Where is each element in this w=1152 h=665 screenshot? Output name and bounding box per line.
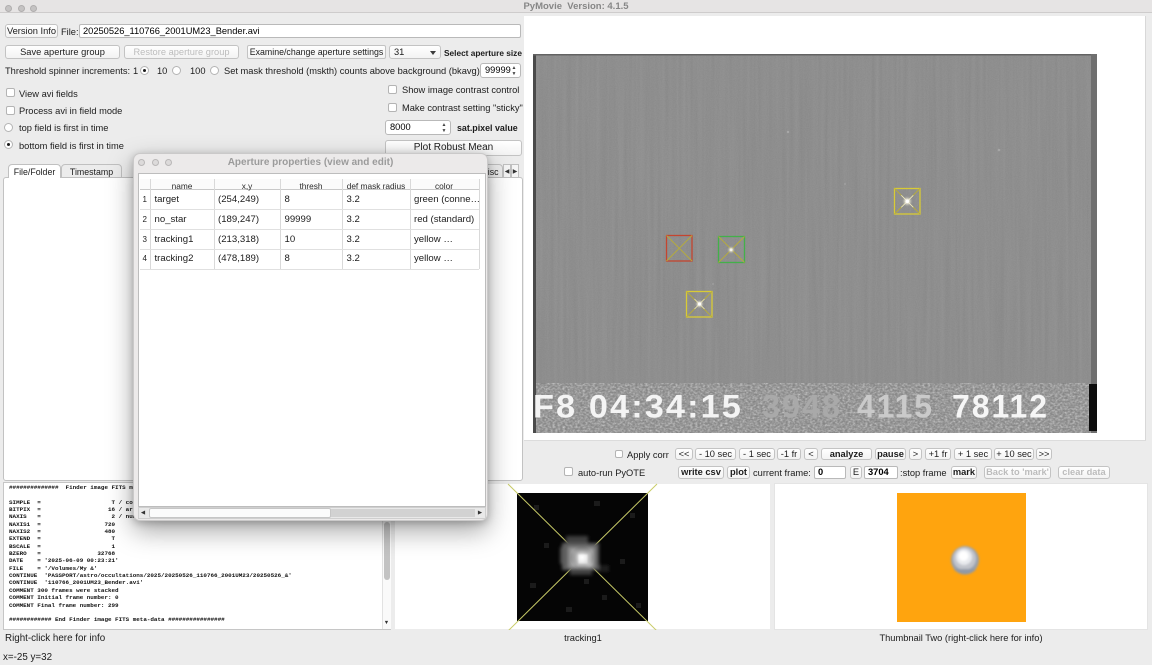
svg-text:78112: 78112 (952, 389, 1049, 425)
svg-text:3948: 3948 (762, 389, 842, 425)
svg-text:4115: 4115 (857, 389, 934, 425)
svg-text:F8 04:34:15: F8 04:34:15 (533, 389, 743, 425)
